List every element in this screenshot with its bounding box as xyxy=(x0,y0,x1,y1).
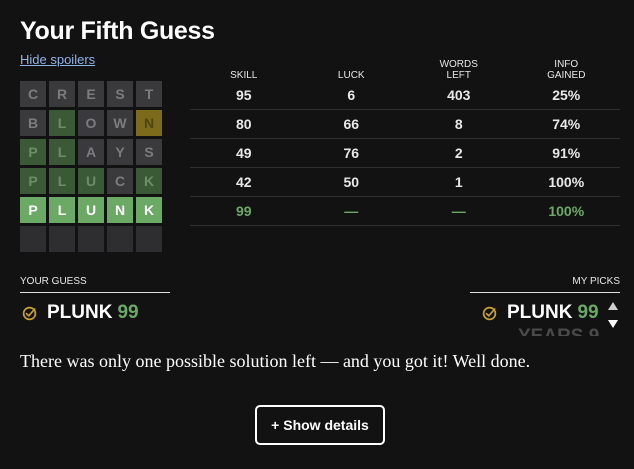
stat-info-gained: 25% xyxy=(552,87,581,103)
my-pick-word: PLUNK xyxy=(507,302,573,323)
letter-tile xyxy=(78,226,104,252)
letter-tile: C xyxy=(107,168,133,194)
letter-tile: W xyxy=(107,110,133,136)
stat-words-left: 403 xyxy=(447,87,471,103)
stats-row: 49 76 2 91% xyxy=(190,139,620,168)
letter-tile: P xyxy=(20,168,46,194)
stat-luck: 66 xyxy=(343,116,360,132)
letter-tile: A xyxy=(78,139,104,165)
header-info-gained: INFO GAINED xyxy=(547,59,586,81)
stat-skill: 80 xyxy=(235,116,252,132)
letter-tile: U xyxy=(78,168,104,194)
stat-info-gained: 91% xyxy=(552,145,581,161)
board-row xyxy=(20,226,162,252)
board-row: PLAYS xyxy=(20,139,162,165)
next-pick-partial: YEARS 9 xyxy=(518,326,608,336)
letter-tile xyxy=(107,226,133,252)
stat-skill: 99 xyxy=(235,203,252,219)
board-row: CREST xyxy=(20,81,162,107)
arrow-up-icon[interactable] xyxy=(608,302,618,310)
header-skill: SKILL xyxy=(230,70,258,81)
letter-tile: S xyxy=(107,81,133,107)
letter-tile: L xyxy=(49,110,75,136)
stat-skill: 95 xyxy=(235,87,252,103)
letter-tile: N xyxy=(107,197,133,223)
letter-tile xyxy=(136,226,162,252)
letter-tile: L xyxy=(49,197,75,223)
guess-board: CRESTBLOWNPLAYSPLUCKPLUNK xyxy=(20,81,162,255)
letter-tile: R xyxy=(49,81,75,107)
stat-skill: 49 xyxy=(235,145,252,161)
letter-tile: U xyxy=(78,197,104,223)
stat-info-gained: 100% xyxy=(548,203,585,219)
your-guess-word: PLUNK xyxy=(47,302,113,323)
letter-tile: E xyxy=(78,81,104,107)
letter-tile: L xyxy=(49,139,75,165)
stat-luck: 50 xyxy=(343,174,360,190)
stat-words-left: 1 xyxy=(454,174,463,190)
letter-tile: B xyxy=(20,110,46,136)
letter-tile: P xyxy=(20,139,46,165)
stat-luck: — xyxy=(344,203,359,219)
arrow-down-icon[interactable] xyxy=(608,320,618,328)
letter-tile: O xyxy=(78,110,104,136)
stats-row: 95 6 403 25% xyxy=(190,81,620,110)
header-luck: LUCK xyxy=(337,70,365,81)
stat-words-left: 2 xyxy=(454,145,463,161)
letter-tile: N xyxy=(136,110,162,136)
stats-row: 80 66 8 74% xyxy=(190,110,620,139)
stats-header-row: SKILL LUCK WORDS LEFT INFO GAINED xyxy=(190,56,620,81)
your-guess: PLUNK 99 xyxy=(22,302,139,324)
letter-tile: P xyxy=(20,197,46,223)
header-words-left: WORDS LEFT xyxy=(439,59,478,81)
stats-table: SKILL LUCK WORDS LEFT INFO GAINED 95 6 403… xyxy=(190,56,620,226)
stat-info-gained: 74% xyxy=(552,116,581,132)
letter-tile: S xyxy=(136,139,162,165)
letter-tile: Y xyxy=(107,139,133,165)
pick-scroller[interactable] xyxy=(606,302,620,328)
my-picks-label: MY PICKS xyxy=(470,276,620,293)
your-guess-label: YOUR GUESS xyxy=(20,276,170,293)
stats-row: 99 — — 100% xyxy=(190,197,620,226)
my-pick-score: 99 xyxy=(577,302,599,323)
letter-tile xyxy=(20,226,46,252)
letter-tile xyxy=(49,226,75,252)
your-guess-score: 99 xyxy=(117,302,139,323)
board-row: BLOWN xyxy=(20,110,162,136)
board-row: PLUNK xyxy=(20,197,162,223)
letter-tile: T xyxy=(136,81,162,107)
stat-luck: 76 xyxy=(343,145,360,161)
page-title: Your Fifth Guess xyxy=(20,17,215,45)
hide-spoilers-link[interactable]: Hide spoilers xyxy=(20,52,95,67)
board-row: PLUCK xyxy=(20,168,162,194)
stat-words-left: 8 xyxy=(454,116,463,132)
my-pick: PLUNK 99 xyxy=(482,302,599,324)
result-message: There was only one possible solution lef… xyxy=(20,351,531,371)
show-details-button[interactable]: + Show details xyxy=(255,405,385,445)
letter-tile: L xyxy=(49,168,75,194)
stat-luck: 6 xyxy=(347,87,356,103)
stats-row: 42 50 1 100% xyxy=(190,168,620,197)
stat-words-left: — xyxy=(451,203,466,219)
letter-tile: K xyxy=(136,168,162,194)
stat-skill: 42 xyxy=(235,174,252,190)
check-circle-icon xyxy=(482,306,497,320)
stat-info-gained: 100% xyxy=(548,174,585,190)
letter-tile: K xyxy=(136,197,162,223)
letter-tile: C xyxy=(20,81,46,107)
check-circle-icon xyxy=(22,306,37,320)
